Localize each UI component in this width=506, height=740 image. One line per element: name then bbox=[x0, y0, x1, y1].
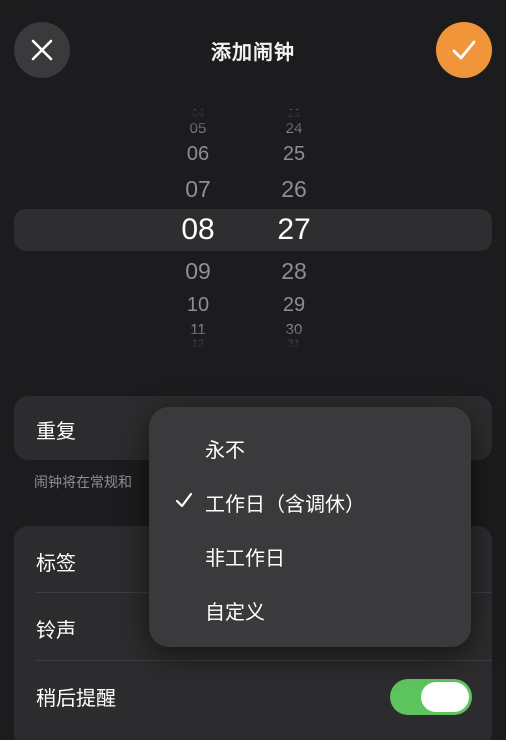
picker-fade bbox=[0, 324, 506, 350]
hour-value: 06 bbox=[186, 143, 210, 165]
minute-value: 23 bbox=[287, 108, 301, 120]
snooze-toggle[interactable] bbox=[390, 679, 472, 715]
repeat-label: 重复 bbox=[36, 419, 76, 443]
menu-item-label: 自定义 bbox=[205, 600, 265, 624]
snooze-row-label: 稍后提醒 bbox=[36, 686, 116, 710]
ringtone-row-label: 铃声 bbox=[36, 618, 76, 642]
minute-selected: 27 bbox=[277, 213, 311, 246]
hour-value: 09 bbox=[185, 258, 211, 284]
add-alarm-sheet: 添加闹钟 04 05 06 07 08 09 10 11 12 23 24 25… bbox=[0, 0, 506, 740]
picker-selection-band bbox=[14, 209, 492, 251]
toggle-knob bbox=[421, 682, 469, 712]
menu-item-label: 非工作日 bbox=[205, 546, 285, 570]
minute-value: 30 bbox=[285, 321, 303, 338]
confirm-button[interactable] bbox=[436, 22, 492, 78]
hour-value: 07 bbox=[185, 176, 211, 202]
hour-value: 12 bbox=[191, 338, 205, 350]
hour-selected: 08 bbox=[181, 213, 215, 246]
menu-item-label: 工作日（含调休） bbox=[205, 492, 365, 516]
minute-value: 24 bbox=[285, 120, 303, 137]
checkmark-icon bbox=[175, 492, 193, 508]
repeat-menu: 永不 工作日（含调休） 非工作日 自定义 bbox=[149, 407, 471, 647]
picker-fade bbox=[0, 110, 506, 136]
minute-value: 29 bbox=[282, 294, 306, 316]
menu-item-workdays[interactable]: 工作日（含调休） bbox=[149, 474, 471, 528]
checkmark-icon bbox=[452, 40, 476, 60]
hour-wheel[interactable]: 04 05 06 07 08 09 10 11 12 bbox=[158, 108, 238, 350]
minute-wheel[interactable]: 23 24 25 26 27 28 29 30 31 bbox=[254, 108, 334, 350]
minute-value: 31 bbox=[287, 338, 301, 350]
time-picker[interactable]: 04 05 06 07 08 09 10 11 12 23 24 25 26 2… bbox=[0, 108, 506, 350]
menu-item-non-workdays[interactable]: 非工作日 bbox=[149, 528, 471, 582]
minute-value: 26 bbox=[281, 176, 307, 202]
snooze-row: 稍后提醒 bbox=[14, 661, 492, 727]
hour-value: 11 bbox=[190, 321, 206, 338]
menu-item-custom[interactable]: 自定义 bbox=[149, 582, 471, 636]
repeat-note: 闹钟将在常规和 bbox=[34, 475, 132, 491]
page-title: 添加闹钟 bbox=[211, 40, 295, 64]
hour-value: 10 bbox=[186, 294, 210, 316]
label-row-label: 标签 bbox=[36, 551, 76, 575]
minute-value: 28 bbox=[281, 258, 307, 284]
hour-value: 04 bbox=[191, 108, 205, 120]
menu-item-label: 永不 bbox=[205, 438, 245, 462]
minute-value: 25 bbox=[282, 143, 306, 165]
hour-value: 05 bbox=[189, 120, 207, 137]
menu-item-never[interactable]: 永不 bbox=[149, 420, 471, 474]
